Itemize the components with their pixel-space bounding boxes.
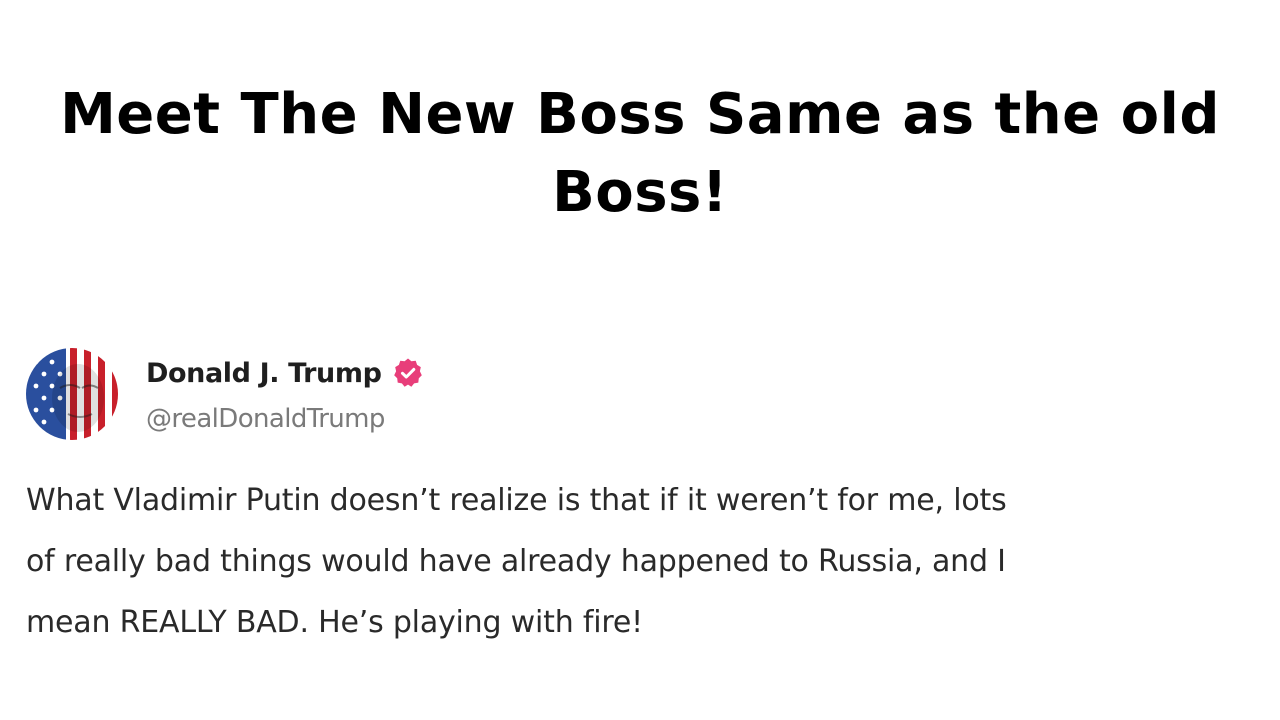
headline-line-2: Boss! (552, 160, 728, 225)
author-handle[interactable]: @realDonaldTrump (146, 404, 385, 434)
post-body-line-2: of really bad things would have already … (26, 544, 1006, 579)
post-author-row: Donald J. Trump (146, 356, 424, 390)
headline: Meet The New Boss Same as the old Boss! (0, 76, 1280, 232)
flag-face-avatar-icon (26, 348, 118, 440)
headline-line-1: Meet The New Boss Same as the old (60, 82, 1220, 147)
avatar[interactable] (26, 348, 118, 440)
post-body-line-3: mean REALLY BAD. He’s playing with fire! (26, 605, 643, 640)
post-body-line-1: What Vladimir Putin doesn’t realize is t… (26, 483, 1007, 518)
post-body: What Vladimir Putin doesn’t realize is t… (26, 470, 1270, 653)
verified-badge-icon (392, 357, 424, 389)
author-display-name[interactable]: Donald J. Trump (146, 358, 382, 389)
social-post-card: Donald J. Trump @realDonaldTrump What Vl… (20, 336, 1270, 656)
